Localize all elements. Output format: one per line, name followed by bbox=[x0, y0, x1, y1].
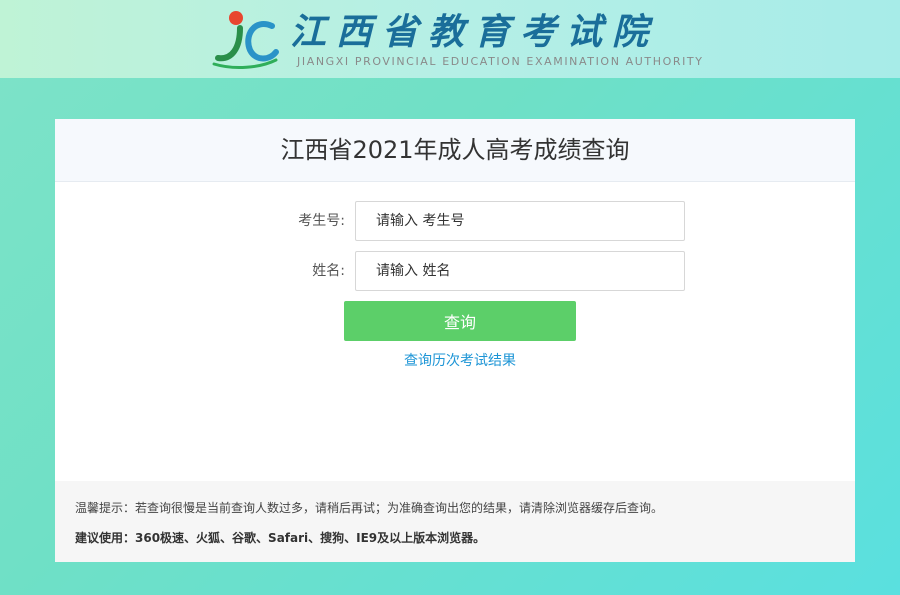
page-title: 江西省2021年成人高考成绩查询 bbox=[55, 119, 855, 182]
tips-panel: 温馨提示：若查询很慢是当前查询人数过多，请稍后再试；为准确查询出您的结果，请清除… bbox=[55, 481, 855, 562]
name-row: 姓名: bbox=[55, 251, 855, 291]
name-label: 姓名: bbox=[312, 263, 345, 279]
exam-number-input[interactable] bbox=[355, 201, 685, 241]
exam-number-row: 考生号: bbox=[55, 201, 855, 241]
query-button[interactable]: 查询 bbox=[344, 301, 576, 341]
name-input[interactable] bbox=[355, 251, 685, 291]
query-card: 江西省2021年成人高考成绩查询 考生号: 姓名: 查询 查询历次考试结果 温馨… bbox=[55, 119, 855, 562]
history-results-link[interactable]: 查询历次考试结果 bbox=[55, 351, 865, 371]
jxeea-logo-icon bbox=[212, 11, 279, 69]
logo-chinese-title: 江西省教育考试院 bbox=[290, 11, 659, 53]
tip-browser-recommendation: 建议使用：360极速、火狐、谷歌、Safari、搜狗、IE9及以上版本浏览器。 bbox=[75, 531, 486, 545]
site-header: 江西省教育考试院 JIANGXI PROVINCIAL EDUCATION EX… bbox=[0, 0, 900, 78]
exam-number-label: 考生号: bbox=[298, 213, 345, 229]
tip-notice: 温馨提示：若查询很慢是当前查询人数过多，请稍后再试；为准确查询出您的结果，请清除… bbox=[75, 501, 664, 515]
logo-english-title: JIANGXI PROVINCIAL EDUCATION EXAMINATION… bbox=[297, 55, 704, 68]
